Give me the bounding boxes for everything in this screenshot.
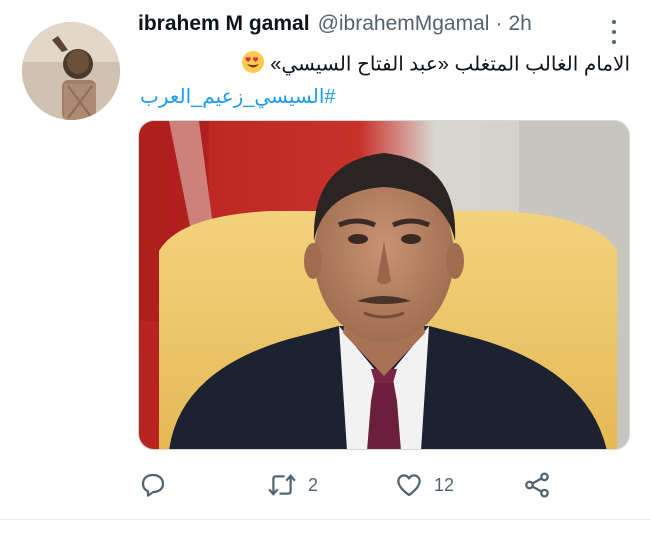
heart-eyes-emoji-icon (241, 50, 265, 80)
separator-dot: · (495, 12, 503, 35)
tweet-actions: 2 12 (138, 470, 558, 500)
retweet-icon (268, 474, 296, 496)
avatar[interactable] (22, 22, 120, 120)
retweet-count: 2 (308, 474, 319, 495)
tweet-text-content: الامام الغالب المتغلب «عبد الفتاح السيسي… (270, 53, 630, 76)
tweet-media-photo[interactable] (138, 120, 630, 450)
more-options-icon[interactable] (604, 18, 624, 46)
author-name[interactable]: ibrahem M gamal (138, 12, 310, 36)
portrait-photo (139, 121, 629, 449)
hashtag-link[interactable]: #السيسي_زعيم_العرب (140, 84, 336, 112)
like-count: 12 (434, 474, 455, 495)
tweet-card[interactable]: ibrahem M gamal @ibrahemMgamal · 2h الام… (0, 0, 651, 534)
share-button[interactable] (522, 470, 552, 500)
tweet-header: ibrahem M gamal @ibrahemMgamal · 2h (138, 12, 532, 44)
author-handle[interactable]: @ibrahemMgamal (318, 12, 490, 36)
like-button[interactable]: 12 (394, 470, 454, 500)
reply-icon (141, 473, 165, 497)
retweet-button[interactable]: 2 (266, 470, 318, 500)
share-icon (525, 472, 549, 498)
tweet-text: الامام الغالب المتغلب «عبد الفتاح السيسي… (138, 50, 630, 80)
avatar-image (22, 22, 120, 120)
heart-icon (397, 474, 421, 497)
timestamp[interactable]: 2h (508, 12, 531, 36)
reply-button[interactable] (138, 470, 178, 500)
tweet-divider (0, 519, 651, 520)
